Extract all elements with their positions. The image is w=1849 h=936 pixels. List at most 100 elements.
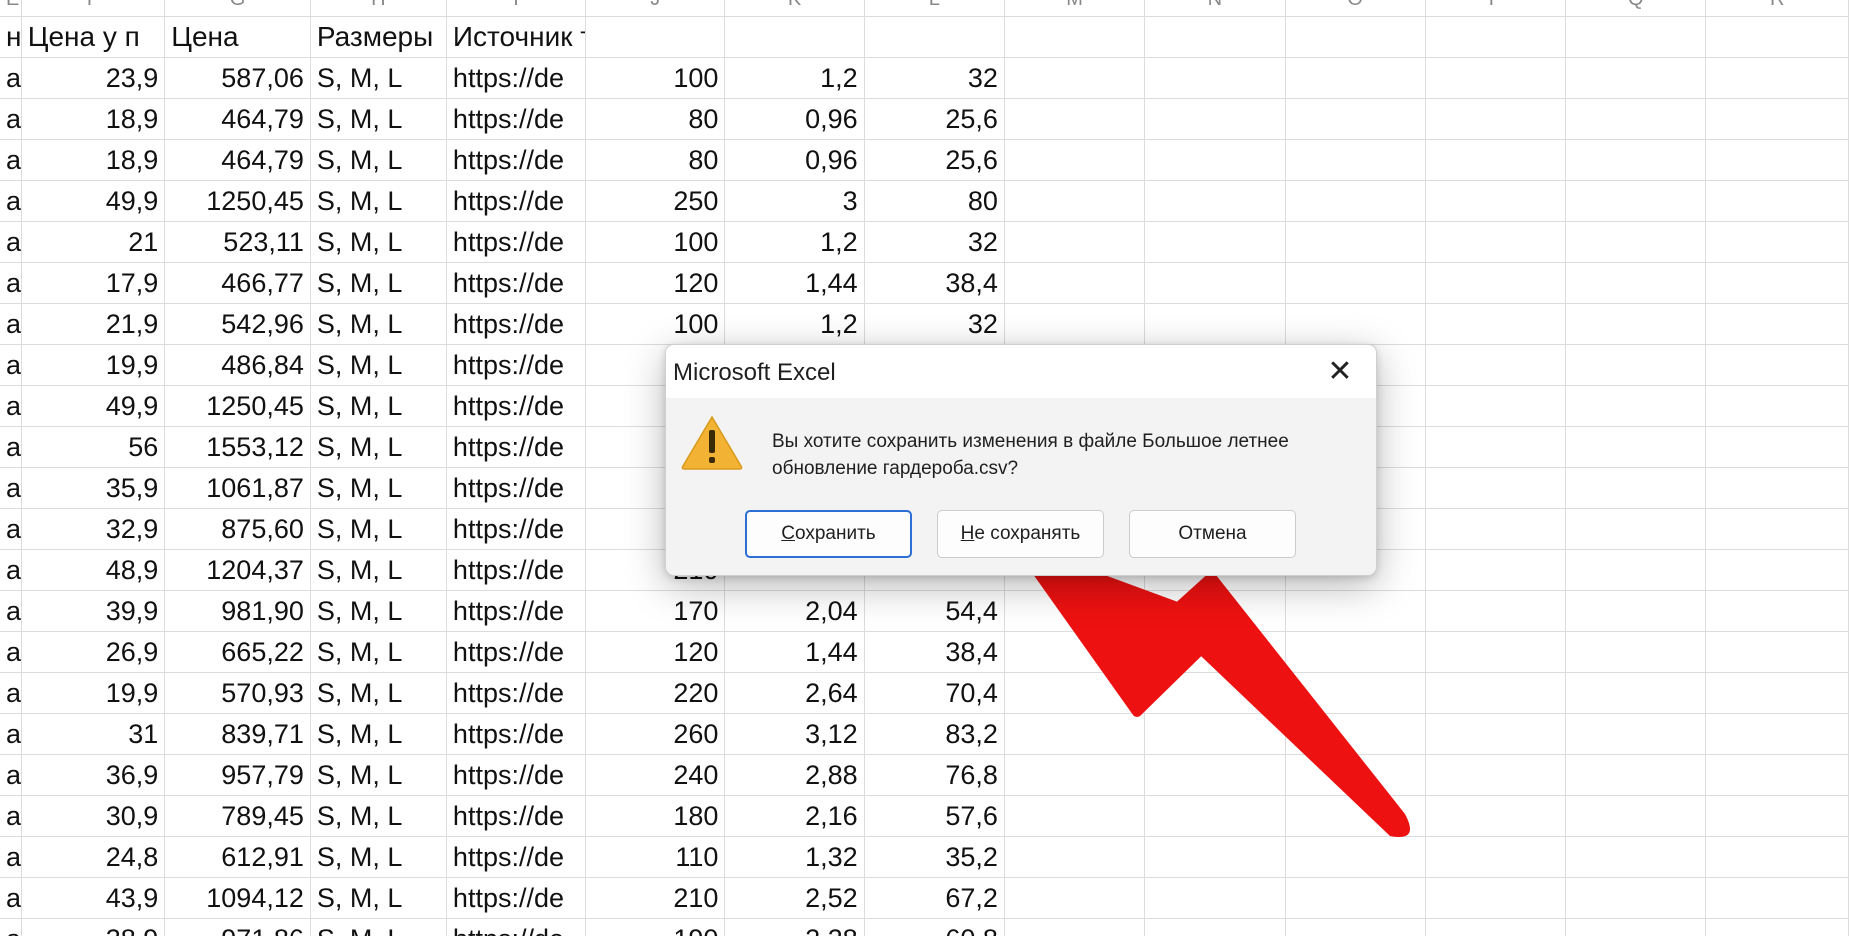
table-cell[interactable]: S, M, L xyxy=(310,631,447,673)
column-header[interactable]: G xyxy=(164,0,311,17)
table-cell[interactable]: S, M, L xyxy=(310,918,447,936)
table-cell[interactable]: 3,12 xyxy=(724,713,865,755)
title-cell[interactable] xyxy=(1425,16,1567,58)
table-cell[interactable] xyxy=(1004,221,1146,263)
table-cell[interactable]: https://de xyxy=(446,754,587,796)
table-cell[interactable]: S, M, L xyxy=(310,303,447,345)
table-cell[interactable] xyxy=(1565,139,1707,181)
table-cell[interactable] xyxy=(1705,631,1849,673)
table-cell[interactable] xyxy=(1565,467,1707,509)
table-cell[interactable]: а xyxy=(0,426,22,468)
table-cell[interactable] xyxy=(1705,877,1849,919)
table-cell[interactable]: 0,96 xyxy=(724,139,865,181)
table-cell[interactable]: https://de xyxy=(446,795,587,837)
table-cell[interactable]: 57,6 xyxy=(864,795,1005,837)
table-cell[interactable] xyxy=(1004,877,1146,919)
table-cell[interactable]: 38,4 xyxy=(864,262,1005,304)
title-cell[interactable] xyxy=(585,16,726,58)
table-cell[interactable] xyxy=(1705,795,1849,837)
table-cell[interactable] xyxy=(1705,836,1849,878)
table-cell[interactable]: 260 xyxy=(585,713,726,755)
table-cell[interactable] xyxy=(1565,877,1707,919)
table-cell[interactable]: 67,2 xyxy=(864,877,1005,919)
table-cell[interactable]: S, M, L xyxy=(310,180,447,222)
table-cell[interactable]: 100 xyxy=(585,57,726,99)
table-cell[interactable] xyxy=(1004,631,1146,673)
table-cell[interactable]: S, M, L xyxy=(310,139,447,181)
table-cell[interactable] xyxy=(1425,590,1567,632)
table-cell[interactable]: 18,9 xyxy=(21,98,166,140)
table-cell[interactable]: 120 xyxy=(585,631,726,673)
table-cell[interactable]: S, M, L xyxy=(310,385,447,427)
table-cell[interactable]: https://de xyxy=(446,344,587,386)
table-cell[interactable]: S, M, L xyxy=(310,590,447,632)
table-cell[interactable] xyxy=(1565,303,1707,345)
table-cell[interactable]: 24,8 xyxy=(21,836,166,878)
table-cell[interactable]: 54,4 xyxy=(864,590,1005,632)
table-cell[interactable] xyxy=(1565,508,1707,550)
table-cell[interactable] xyxy=(1004,180,1146,222)
table-cell[interactable] xyxy=(1565,221,1707,263)
table-cell[interactable]: https://de xyxy=(446,631,587,673)
table-cell[interactable]: а xyxy=(0,98,22,140)
table-cell[interactable] xyxy=(1285,221,1426,263)
table-cell[interactable]: 1204,37 xyxy=(164,549,311,591)
table-cell[interactable] xyxy=(1285,631,1426,673)
table-cell[interactable] xyxy=(1565,98,1707,140)
table-cell[interactable]: 32 xyxy=(864,303,1005,345)
table-cell[interactable]: 80 xyxy=(585,139,726,181)
table-cell[interactable] xyxy=(1285,180,1426,222)
table-cell[interactable]: https://de xyxy=(446,713,587,755)
table-cell[interactable]: https://de xyxy=(446,262,587,304)
table-cell[interactable]: S, M, L xyxy=(310,467,447,509)
table-cell[interactable]: S, M, L xyxy=(310,836,447,878)
table-cell[interactable] xyxy=(1705,508,1849,550)
table-cell[interactable] xyxy=(1004,98,1146,140)
table-cell[interactable] xyxy=(1004,836,1146,878)
table-cell[interactable]: а xyxy=(0,590,22,632)
table-cell[interactable]: https://de xyxy=(446,139,587,181)
table-cell[interactable] xyxy=(1144,221,1286,263)
table-cell[interactable] xyxy=(1705,139,1849,181)
table-cell[interactable] xyxy=(1004,262,1146,304)
table-cell[interactable]: а xyxy=(0,836,22,878)
table-cell[interactable] xyxy=(1425,344,1567,386)
table-cell[interactable]: 1,44 xyxy=(724,631,865,673)
table-cell[interactable]: 523,11 xyxy=(164,221,311,263)
table-cell[interactable]: 30,9 xyxy=(21,795,166,837)
table-cell[interactable] xyxy=(1565,795,1707,837)
table-cell[interactable]: https://de xyxy=(446,426,587,468)
table-cell[interactable] xyxy=(1425,836,1567,878)
table-cell[interactable]: 464,79 xyxy=(164,139,311,181)
table-cell[interactable]: S, M, L xyxy=(310,57,447,99)
table-cell[interactable] xyxy=(1425,713,1567,755)
table-cell[interactable]: 48,9 xyxy=(21,549,166,591)
table-cell[interactable]: 839,71 xyxy=(164,713,311,755)
table-cell[interactable] xyxy=(1705,467,1849,509)
table-cell[interactable] xyxy=(1565,836,1707,878)
table-cell[interactable]: а xyxy=(0,713,22,755)
column-header[interactable]: M xyxy=(1004,0,1146,17)
column-header[interactable]: Q xyxy=(1565,0,1707,17)
table-cell[interactable] xyxy=(1285,303,1426,345)
column-header[interactable]: R xyxy=(1705,0,1849,17)
table-cell[interactable] xyxy=(1425,877,1567,919)
table-cell[interactable]: а xyxy=(0,139,22,181)
table-cell[interactable]: 1,2 xyxy=(724,303,865,345)
table-cell[interactable] xyxy=(1285,795,1426,837)
title-cell[interactable] xyxy=(1004,16,1146,58)
table-cell[interactable] xyxy=(1425,672,1567,714)
table-cell[interactable]: а xyxy=(0,508,22,550)
table-cell[interactable]: 120 xyxy=(585,262,726,304)
title-cell[interactable] xyxy=(724,16,865,58)
table-cell[interactable] xyxy=(1565,590,1707,632)
table-cell[interactable]: 31 xyxy=(21,713,166,755)
table-cell[interactable] xyxy=(1004,795,1146,837)
table-cell[interactable] xyxy=(1285,713,1426,755)
table-cell[interactable] xyxy=(1425,426,1567,468)
table-cell[interactable]: 17,9 xyxy=(21,262,166,304)
table-cell[interactable] xyxy=(1285,836,1426,878)
table-cell[interactable]: https://de xyxy=(446,221,587,263)
table-cell[interactable] xyxy=(1285,918,1426,936)
table-cell[interactable]: https://de xyxy=(446,508,587,550)
